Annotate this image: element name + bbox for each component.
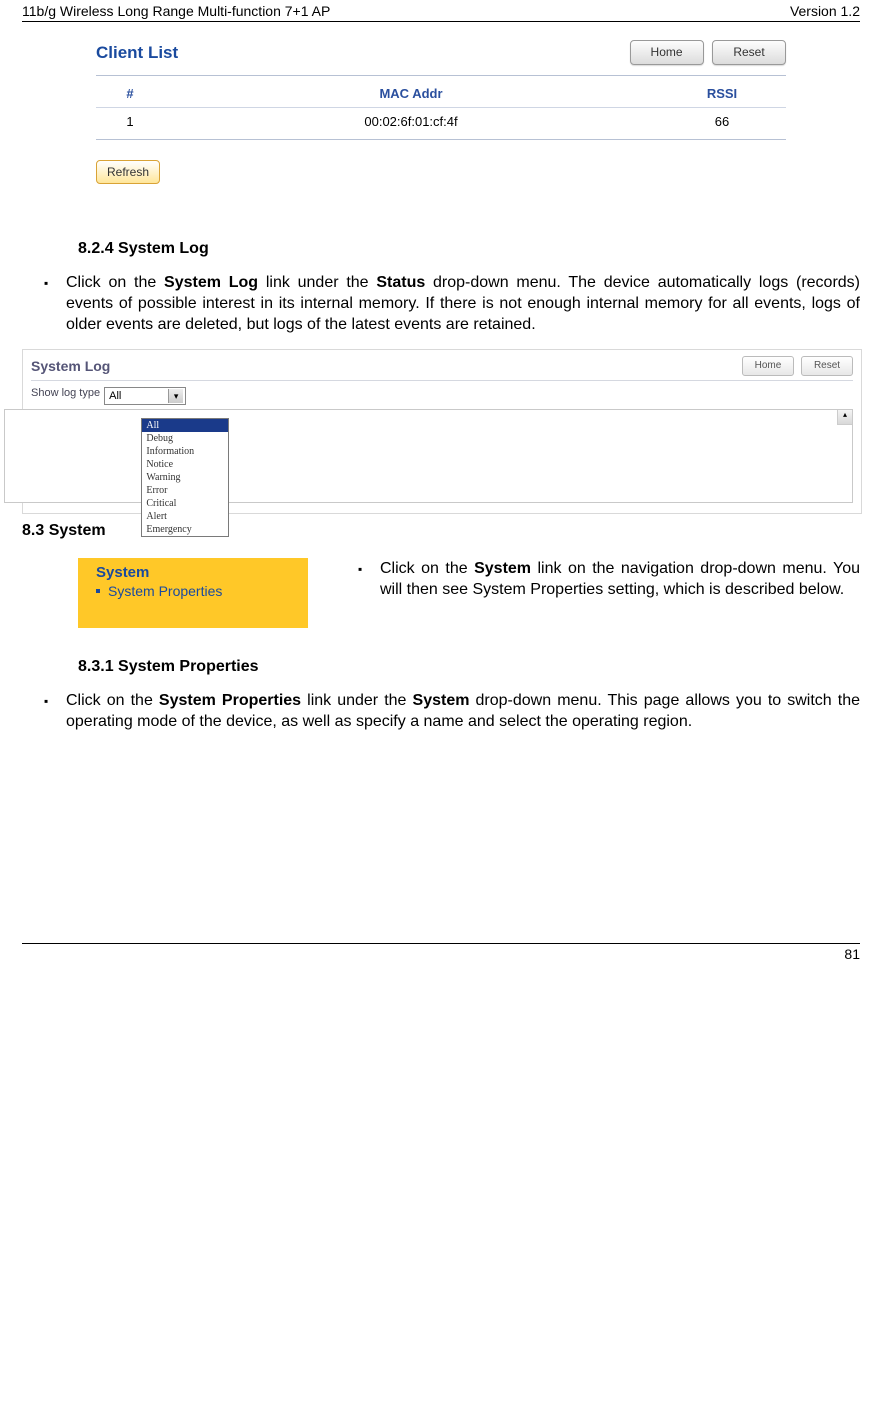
system-log-title: System Log [31, 358, 110, 374]
cell-num: 1 [96, 108, 164, 136]
divider [96, 139, 786, 140]
system-log-panel: System Log Home Reset Show log type All … [22, 349, 862, 514]
select-value: All [109, 390, 121, 402]
text: Click on the [380, 560, 474, 577]
option-debug[interactable]: Debug [142, 432, 228, 445]
nav-item-label: System Properties [108, 583, 222, 599]
show-log-type-label: Show log type [31, 387, 100, 399]
nav-item-system-properties[interactable]: System Properties [96, 583, 296, 599]
option-critical[interactable]: Critical [142, 497, 228, 510]
col-rssi: RSSI [658, 80, 786, 108]
home-button[interactable]: Home [630, 40, 704, 65]
bold-text: System [474, 560, 531, 577]
home-button[interactable]: Home [742, 356, 794, 376]
header-left: 11b/g Wireless Long Range Multi-function… [22, 3, 330, 19]
nav-title[interactable]: System [96, 564, 296, 581]
refresh-button[interactable]: Refresh [96, 160, 160, 184]
option-information[interactable]: Information [142, 445, 228, 458]
para-824: Click on the System Log link under the S… [66, 272, 860, 335]
system-nav-box: System System Properties [78, 558, 308, 628]
heading-831: 8.3.1 System Properties [78, 658, 860, 676]
bold-text: System [413, 692, 470, 709]
footer: 81 [22, 943, 860, 962]
bold-text: System Log [164, 274, 258, 291]
bullet-icon: ▪ [358, 558, 380, 600]
header-right: Version 1.2 [790, 3, 860, 19]
para-831: Click on the System Properties link unde… [66, 690, 860, 732]
text: Click on the [66, 274, 164, 291]
log-type-select[interactable]: All ▾ [104, 387, 186, 405]
option-warning[interactable]: Warning [142, 471, 228, 484]
para-83: Click on the System link on the navigati… [380, 558, 860, 600]
col-mac: MAC Addr [164, 80, 658, 108]
text: link under the [301, 692, 412, 709]
reset-button[interactable]: Reset [712, 40, 786, 65]
client-list-panel: Client List Home Reset # MAC Addr RSSI 1… [96, 40, 786, 184]
table-row: 1 00:02:6f:01:cf:4f 66 [96, 108, 786, 136]
divider [96, 75, 786, 76]
bullet-831: ▪ Click on the System Properties link un… [44, 690, 860, 732]
header-bar: 11b/g Wireless Long Range Multi-function… [22, 0, 860, 22]
col-num: # [96, 80, 164, 108]
bullet-icon: ▪ [44, 690, 66, 732]
page-number: 81 [844, 946, 860, 962]
bullet-icon: ▪ [44, 272, 66, 335]
option-notice[interactable]: Notice [142, 458, 228, 471]
heading-824: 8.2.4 System Log [78, 240, 860, 258]
bullet-824: ▪ Click on the System Log link under the… [44, 272, 860, 335]
cell-rssi: 66 [658, 108, 786, 136]
text: Click on the [66, 692, 159, 709]
bold-text: System Properties [159, 692, 301, 709]
chevron-down-icon: ▾ [168, 389, 183, 403]
bullet-83: ▪ Click on the System link on the naviga… [358, 558, 860, 600]
option-all[interactable]: All [142, 419, 228, 432]
bold-text: Status [376, 274, 425, 291]
log-type-dropdown[interactable]: All Debug Information Notice Warning Err… [141, 418, 229, 537]
log-textarea[interactable]: All Debug Information Notice Warning Err… [4, 409, 853, 503]
option-error[interactable]: Error [142, 484, 228, 497]
option-alert[interactable]: Alert [142, 510, 228, 523]
text: link under the [258, 274, 376, 291]
scroll-up-icon[interactable]: ▴ [837, 410, 852, 425]
reset-button[interactable]: Reset [801, 356, 853, 376]
client-list-title: Client List [96, 43, 178, 63]
option-emergency[interactable]: Emergency [142, 523, 228, 536]
client-list-table: # MAC Addr RSSI 1 00:02:6f:01:cf:4f 66 [96, 80, 786, 135]
cell-mac: 00:02:6f:01:cf:4f [164, 108, 658, 136]
